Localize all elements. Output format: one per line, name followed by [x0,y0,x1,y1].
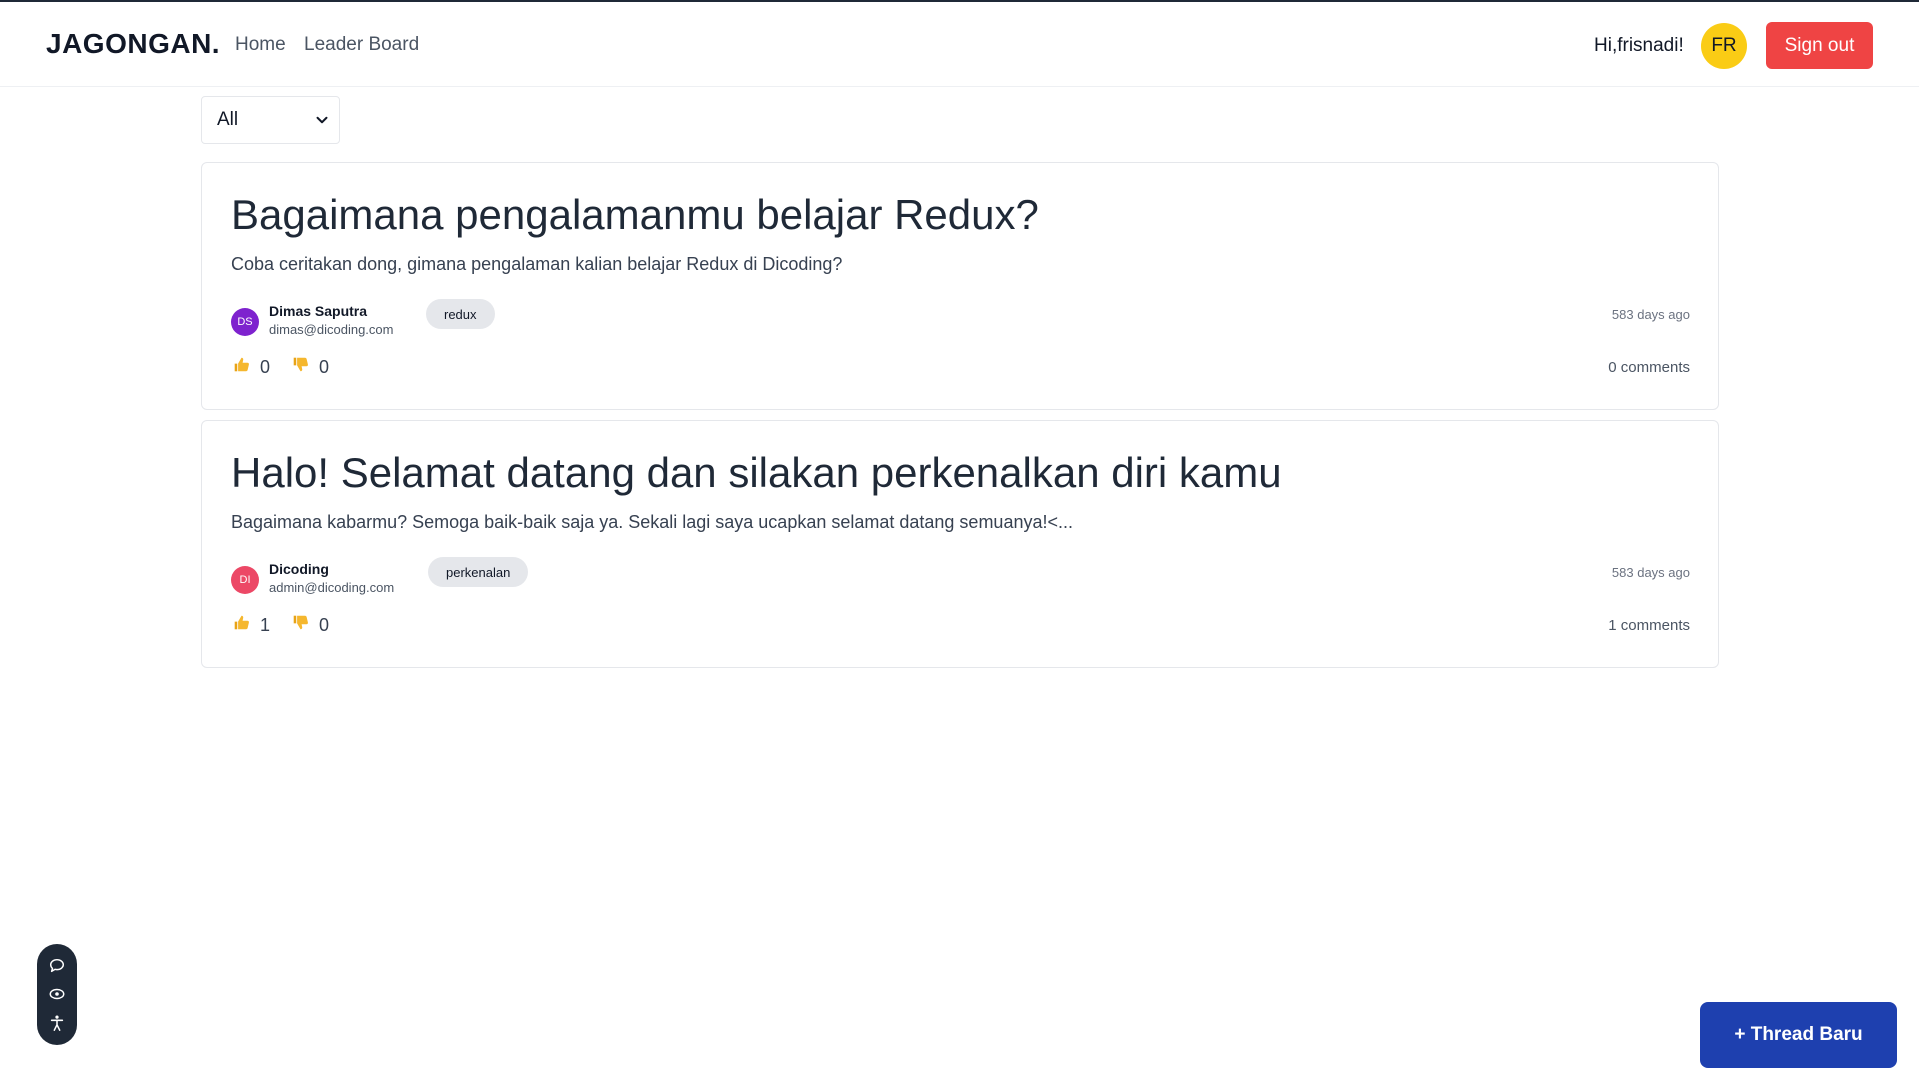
thread-timestamp: 583 days ago [1611,307,1690,322]
owner-name: Dimas Saputra [269,303,368,319]
upvote-count: 0 [260,356,271,377]
comment-count: 1 comments [1608,617,1690,634]
filter-selected-value: All [217,109,239,130]
nav-link-leaderboard[interactable]: Leader Board [304,34,419,56]
brand-logo[interactable]: JAGONGAN. [46,28,220,60]
owner-name: Dicoding [269,561,329,577]
downvote-button[interactable]: 0 [292,614,329,636]
chat-bubble-icon[interactable] [48,957,66,975]
thumbs-up-icon [233,356,250,378]
thread-title[interactable]: Bagaimana pengalamanmu belajar Redux? [231,191,1039,239]
owner-email: dimas@dicoding.com [269,322,394,337]
downvote-count: 0 [319,356,330,377]
user-greeting: Hi,frisnadi! [1594,35,1684,56]
owner-email: admin@dicoding.com [269,580,395,595]
downvote-count: 0 [319,614,330,635]
upvote-count: 1 [260,614,271,635]
eye-icon[interactable] [48,985,66,1003]
upvote-button[interactable]: 0 [233,356,270,378]
thread-category-tag[interactable]: perkenalan [428,557,529,587]
sign-out-button[interactable]: Sign out [1766,22,1873,69]
thread-category-tag[interactable]: redux [426,299,495,329]
thread-title[interactable]: Halo! Selamat datang dan silakan perkena… [231,449,1282,497]
owner-avatar: DS [231,308,259,336]
accessibility-icon[interactable] [48,1014,66,1032]
upvote-button[interactable]: 1 [233,614,270,636]
downvote-button[interactable]: 0 [292,356,329,378]
comment-count: 0 comments [1608,359,1690,376]
chevron-down-icon [313,111,331,129]
user-avatar[interactable]: FR [1701,23,1747,69]
thumbs-down-icon [292,356,309,378]
nav-link-home[interactable]: Home [235,34,286,56]
thread-card: Halo! Selamat datang dan silakan perkena… [201,420,1719,668]
thumbs-up-icon [233,614,250,636]
category-filter-select[interactable]: All [201,96,340,144]
thread-timestamp: 583 days ago [1611,565,1690,580]
new-thread-button[interactable]: + Thread Baru [1700,1002,1897,1068]
owner-avatar: DI [231,566,259,594]
floating-accessibility-toolbar [37,944,77,1045]
thumbs-down-icon [292,614,309,636]
thread-card: Bagaimana pengalamanmu belajar Redux? Co… [201,162,1719,410]
thread-body: Bagaimana kabarmu? Semoga baik-baik saja… [231,512,1073,532]
navbar: JAGONGAN. Home Leader Board Hi,frisnadi!… [0,2,1919,87]
thread-body: Coba ceritakan dong, gimana pengalaman k… [231,254,843,274]
